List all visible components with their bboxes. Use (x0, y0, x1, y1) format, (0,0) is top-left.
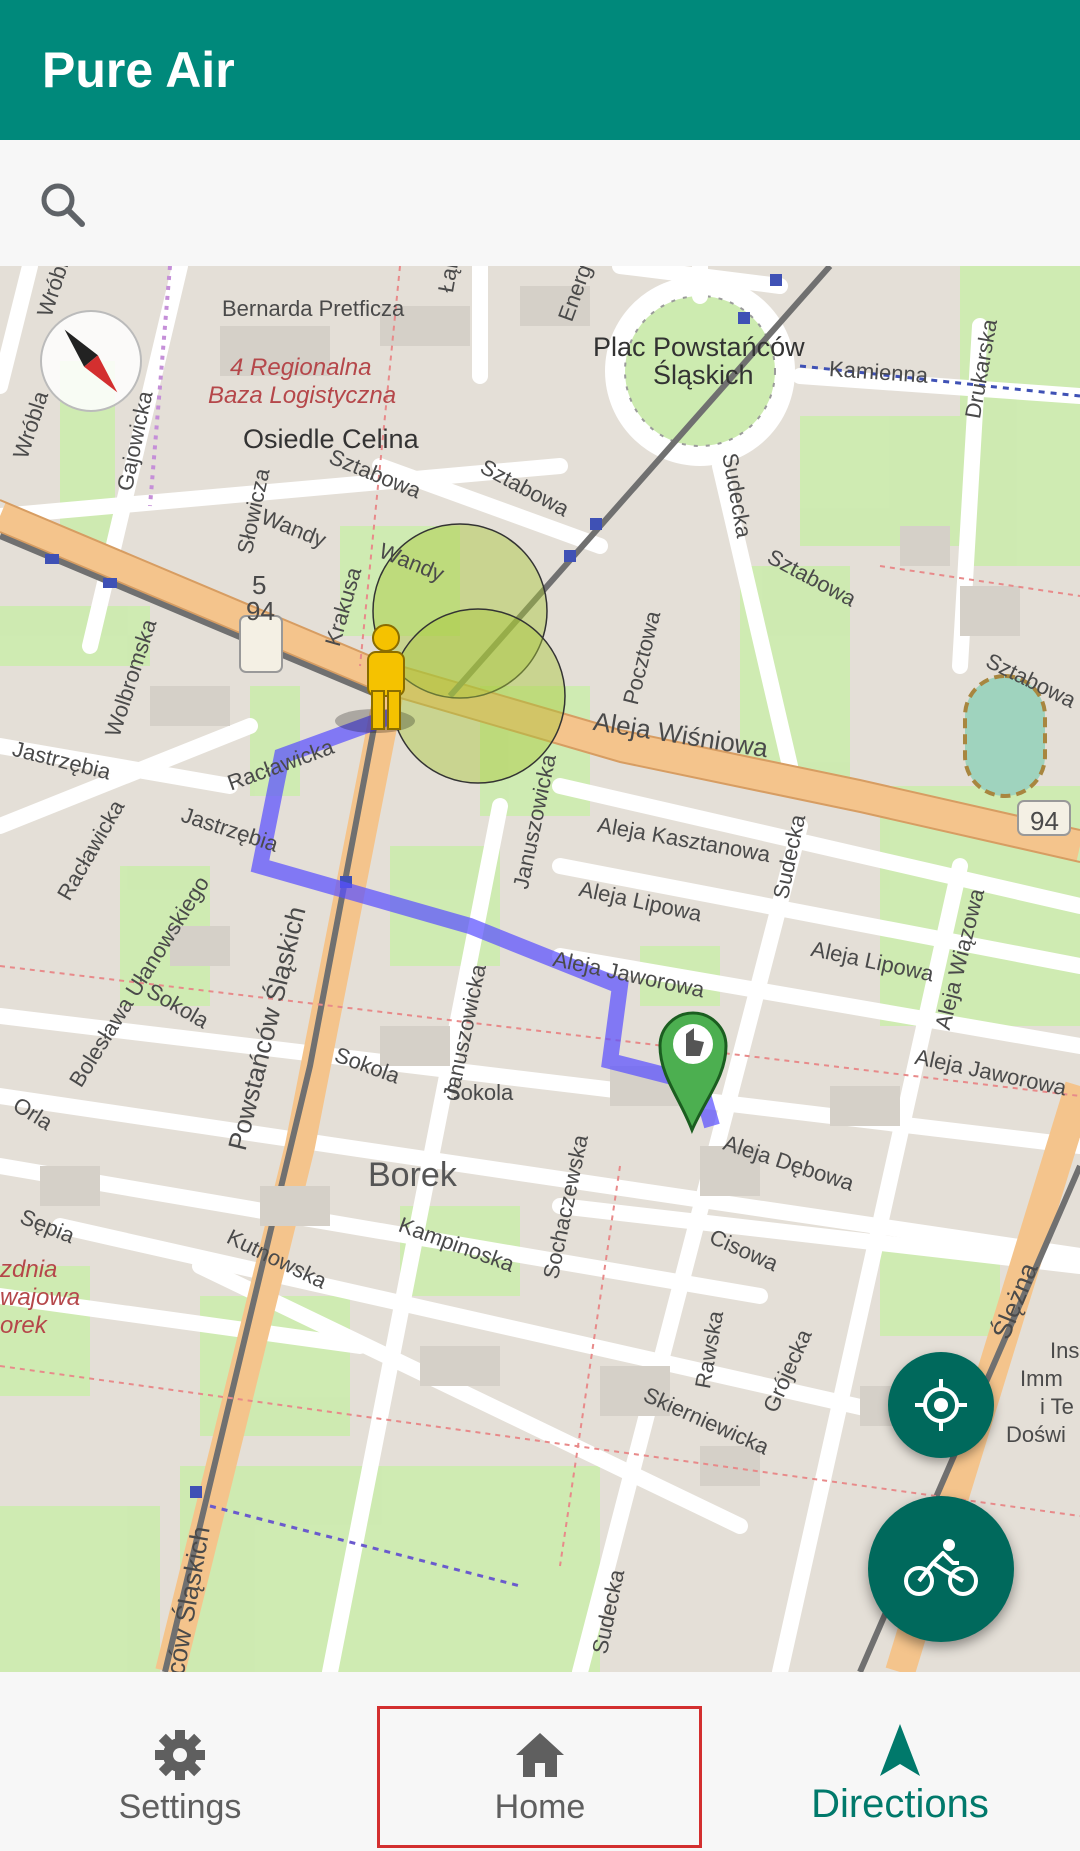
road-shield: 94 (1030, 806, 1059, 836)
map-view[interactable]: Bernarda Pretficza 4 Regionalna Baza Log… (0, 266, 1080, 1672)
place-label: i Te (1040, 1394, 1074, 1419)
nav-directions[interactable]: Directions (720, 1672, 1080, 1851)
place-label: Baza Logistyczna (208, 382, 397, 409)
place-label: orek (0, 1312, 47, 1339)
place-label: Doświ (1006, 1422, 1066, 1447)
district-label: Borek (368, 1156, 457, 1194)
nav-settings-label: Settings (118, 1788, 242, 1826)
place-label: 4 Regionalna (230, 354, 372, 381)
place-label: Śląskich (653, 360, 754, 390)
road-shield: 94 (246, 596, 275, 626)
compass-icon[interactable] (38, 308, 144, 414)
bicycle-icon (904, 1539, 978, 1596)
navigation-arrow-icon (880, 1724, 920, 1776)
place-label: Ins (1050, 1338, 1080, 1363)
my-location-icon (915, 1379, 967, 1431)
search-icon[interactable] (28, 170, 100, 242)
app-bar: Pure Air (0, 0, 1080, 140)
place-label: zdnia (0, 1256, 58, 1283)
my-location-button[interactable] (888, 1352, 994, 1458)
nav-directions-label: Directions (811, 1782, 989, 1826)
place-label: wajowa (0, 1284, 81, 1311)
place-label: Osiedle Celina (243, 424, 419, 454)
street-label: Bernarda Pretficza (222, 296, 405, 321)
app-title: Pure Air (42, 42, 235, 98)
nav-settings[interactable]: Settings (0, 1672, 360, 1851)
place-label: Plac Powstańców (593, 332, 805, 362)
street-label: Sokola (446, 1080, 514, 1105)
place-label: Imm (1020, 1366, 1063, 1391)
travel-mode-button[interactable] (868, 1496, 1014, 1642)
search-bar[interactable] (0, 140, 1080, 266)
gear-icon (155, 1730, 205, 1780)
home-highlight-box (377, 1706, 702, 1848)
